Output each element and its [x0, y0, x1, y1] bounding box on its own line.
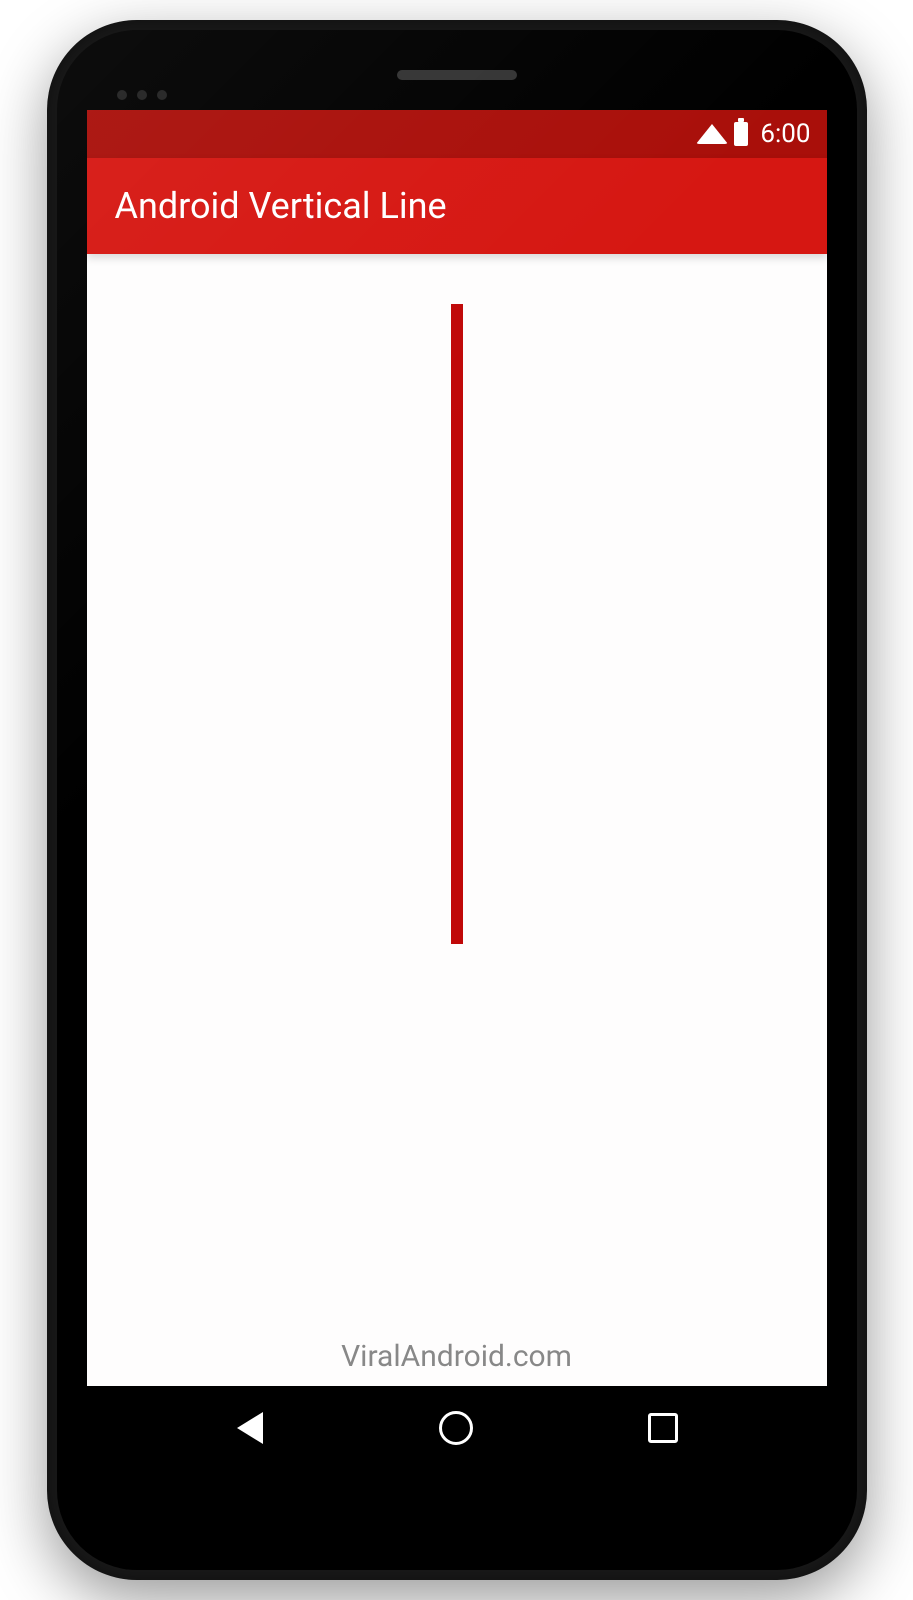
phone-device-frame: 6:00 Android Vertical Line ViralAndroid.… [47, 20, 867, 1580]
nav-recent-button[interactable] [643, 1408, 683, 1448]
status-clock: 6:00 [760, 119, 810, 149]
navigation-bar [87, 1386, 827, 1470]
nav-back-button[interactable] [230, 1408, 270, 1448]
main-content: ViralAndroid.com [87, 254, 827, 1386]
wifi-icon [696, 124, 728, 144]
back-icon [237, 1412, 263, 1444]
status-bar[interactable]: 6:00 [87, 110, 827, 158]
app-title: Android Vertical Line [115, 185, 447, 227]
home-icon [439, 1411, 473, 1445]
vertical-line [451, 304, 463, 944]
nav-home-button[interactable] [436, 1408, 476, 1448]
watermark-text: ViralAndroid.com [341, 1339, 572, 1374]
phone-bezel: 6:00 Android Vertical Line ViralAndroid.… [57, 30, 857, 1570]
app-bar: Android Vertical Line [87, 158, 827, 254]
battery-icon [734, 122, 748, 146]
recent-apps-icon [648, 1413, 678, 1443]
sensor-dots [117, 90, 167, 100]
status-icons [696, 122, 748, 146]
phone-earpiece [397, 70, 517, 80]
phone-screen: 6:00 Android Vertical Line ViralAndroid.… [87, 110, 827, 1470]
